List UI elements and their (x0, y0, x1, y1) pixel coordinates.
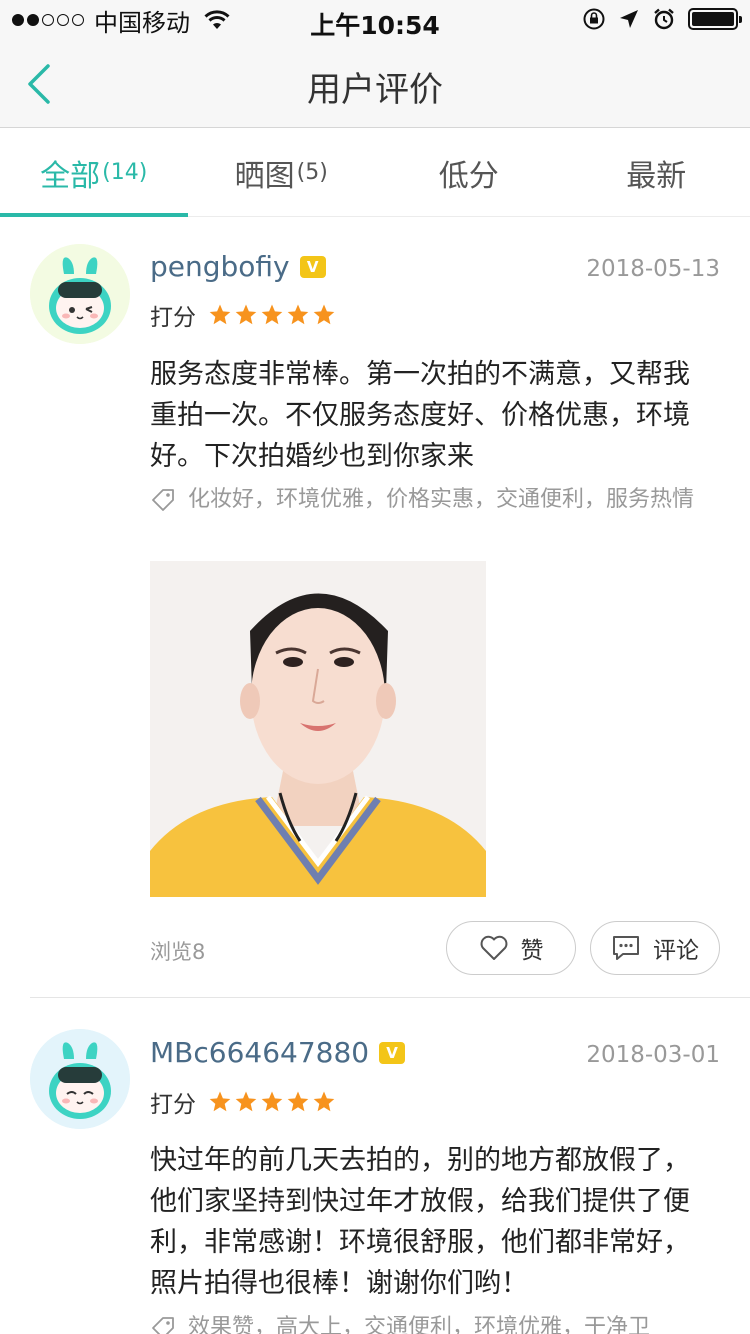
heart-icon (480, 935, 507, 960)
location-icon (620, 10, 638, 28)
review-rating: 打分 (150, 298, 336, 332)
star-icon (261, 1091, 283, 1112)
review-username[interactable]: MBc664647880 V (150, 1036, 406, 1069)
review-filter-tabs: 全部 (14) 晒图 (5) 低分 最新 (0, 129, 750, 217)
nav-bar: 用户评价 (0, 40, 750, 128)
username-text: pengbofiy (150, 250, 290, 283)
tags-text: 化妆好，环境优雅，价格实惠，交通便利，服务热情 (188, 487, 695, 512)
tab-all-label: 全部 (40, 158, 101, 194)
tab-low-score-label: 低分 (438, 158, 499, 194)
page-title: 用户评价 (307, 70, 443, 110)
vip-badge-icon: V (299, 255, 326, 278)
review-photo[interactable] (150, 561, 486, 897)
tab-latest[interactable]: 最新 (563, 129, 750, 216)
like-button[interactable]: 赞 (446, 921, 576, 975)
review-date: 2018-03-01 (586, 1042, 720, 1068)
star-icon (287, 1091, 309, 1112)
review-username[interactable]: pengbofiy V (150, 250, 326, 283)
comment-label: 评论 (653, 938, 699, 964)
review-tags: 化妆好，环境优雅，价格实惠，交通便利，服务热情 (150, 486, 715, 514)
review-item: MBc664647880 V 2018-03-01 打分 快过年的前几天去拍的，… (0, 1004, 750, 1334)
star-icon (209, 1091, 231, 1112)
alarm-icon (654, 8, 674, 30)
review-date: 2018-05-13 (586, 256, 720, 282)
tab-latest-label: 最新 (626, 158, 687, 194)
tag-icon (152, 1317, 174, 1334)
star-icon (235, 1091, 257, 1112)
tab-all-count: (14) (102, 160, 148, 185)
tab-photos[interactable]: 晒图 (5) (188, 129, 376, 216)
rotation-lock-icon (583, 8, 605, 30)
star-icon (313, 1091, 335, 1112)
like-label: 赞 (520, 938, 544, 964)
review-content: 服务态度非常棒。第一次拍的不满意，又帮我重拍一次。不仅服务态度好、价格优惠，环境… (150, 359, 690, 472)
avatar[interactable] (30, 244, 130, 344)
star-icon (261, 304, 283, 325)
star-icon (209, 304, 231, 325)
avatar[interactable] (30, 1029, 130, 1129)
tab-photos-count: (5) (296, 160, 328, 185)
comment-icon (613, 936, 639, 960)
star-rating (208, 1090, 336, 1114)
tab-low-score[interactable]: 低分 (375, 129, 563, 216)
vip-badge-icon: V (379, 1041, 406, 1064)
tag-icon (152, 489, 174, 511)
star-icon (235, 304, 257, 325)
review-rating: 打分 (150, 1085, 336, 1119)
portrait-photo (150, 561, 486, 897)
tab-all[interactable]: 全部 (14) (0, 129, 188, 217)
review-tags: 效果赞，高大上，交通便利，环境优雅，干净卫 (150, 1314, 715, 1334)
username-text: MBc664647880 (150, 1036, 370, 1069)
review-item: pengbofiy V 2018-05-13 打分 服务态度非常棒。第一次拍的不… (0, 218, 750, 998)
review-content: 快过年的前几天去拍的，别的地方都放假了，他们家坚持到快过年才放假，给我们提供了便… (150, 1145, 690, 1299)
star-rating (208, 303, 336, 327)
status-bar: 中国移动 上午10:54 (0, 0, 750, 40)
battery-icon (688, 8, 742, 30)
tab-photos-label: 晒图 (234, 158, 295, 194)
star-icon (287, 304, 309, 325)
mascot-avatar-icon (30, 1029, 130, 1129)
rating-label: 打分 (150, 1092, 196, 1118)
mascot-avatar-icon (30, 244, 130, 344)
comment-button[interactable]: 评论 (590, 921, 720, 975)
star-icon (313, 304, 335, 325)
tags-text: 效果赞，高大上，交通便利，环境优雅，干净卫 (188, 1315, 651, 1334)
rating-label: 打分 (150, 305, 196, 331)
status-right (582, 7, 742, 31)
review-divider (30, 997, 750, 998)
view-count: 浏览8 (150, 940, 206, 964)
